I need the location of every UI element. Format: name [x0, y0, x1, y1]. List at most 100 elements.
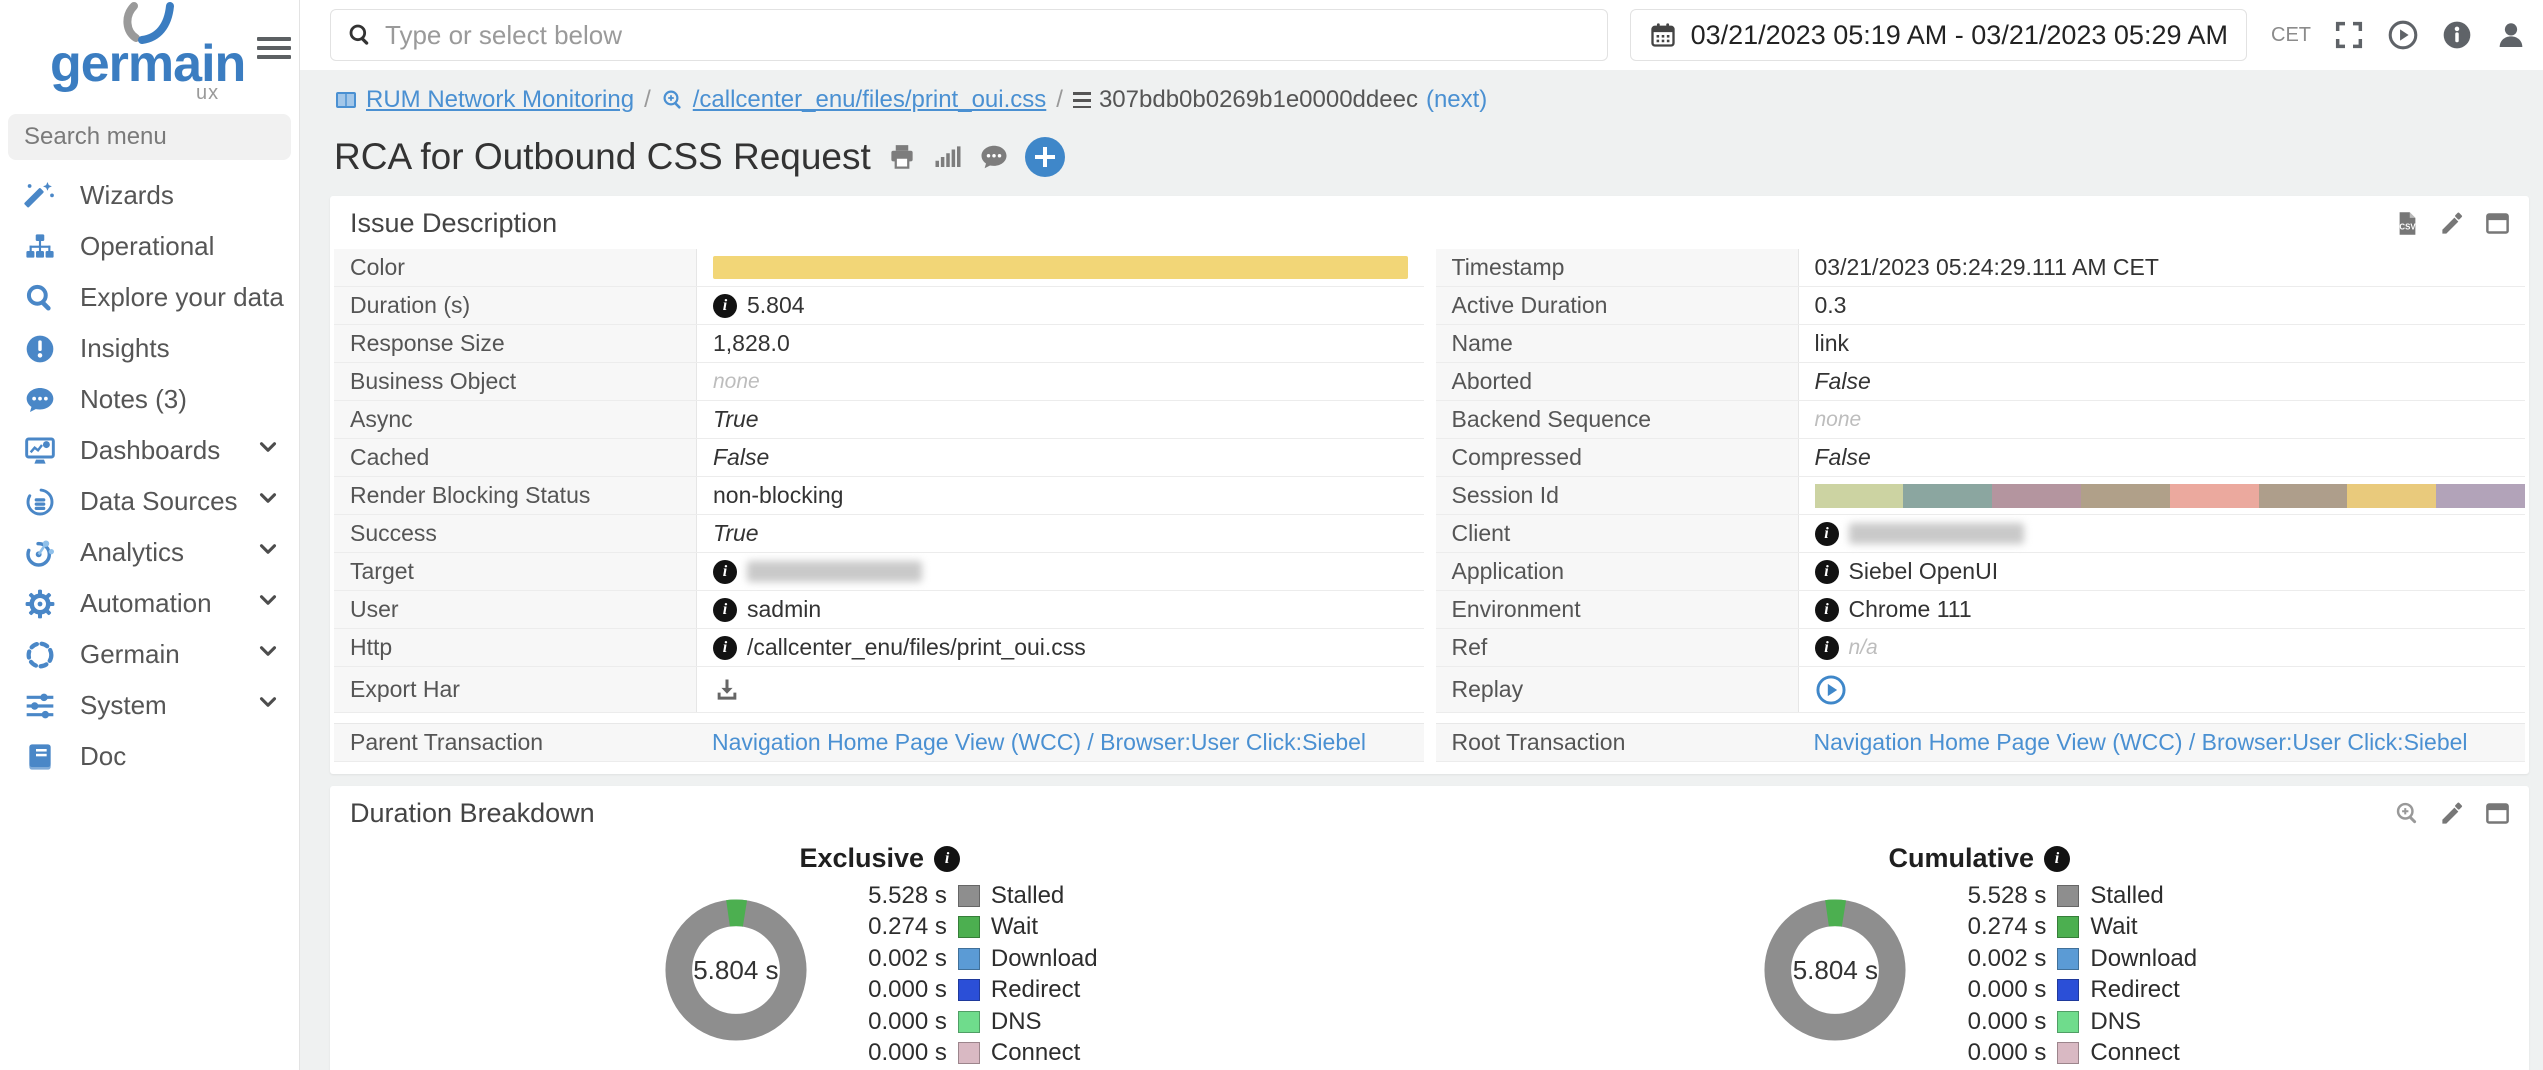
edit-icon[interactable] — [2439, 210, 2466, 237]
window-icon[interactable] — [2484, 800, 2511, 827]
sidebar-item-wizards[interactable]: Wizards — [0, 170, 299, 221]
info-icon[interactable] — [713, 294, 737, 318]
info-icon[interactable] — [713, 636, 737, 660]
legend-item: 0.000 sConnect — [1943, 1038, 2197, 1070]
next-link[interactable]: (next) — [1426, 86, 1487, 114]
row-value: none — [1815, 408, 1862, 432]
row-label: Session Id — [1436, 477, 1798, 514]
info-icon[interactable] — [2441, 19, 2473, 51]
breadcrumb-link[interactable]: /callcenter_enu/files/print_oui.css — [693, 86, 1047, 114]
sidebar-item-label: Insights — [80, 333, 170, 364]
table-row-compressed: Compressed False — [1436, 439, 2526, 477]
user-icon[interactable] — [2495, 19, 2527, 51]
row-label: Application — [1436, 553, 1798, 590]
info-icon[interactable] — [1815, 636, 1839, 660]
info-icon[interactable] — [2044, 846, 2070, 872]
sidebar-item-data-sources[interactable]: Data Sources — [0, 476, 299, 527]
row-value: link — [1815, 330, 1850, 357]
replay-play-icon[interactable] — [1815, 674, 1847, 706]
chevron-down-icon — [255, 638, 281, 671]
sidebar-item-system[interactable]: System — [0, 680, 299, 731]
legend-item: 0.000 sRedirect — [844, 975, 1098, 1007]
signal-bars-icon[interactable] — [933, 142, 963, 172]
sidebar-item-label: Data Sources — [80, 486, 238, 517]
sidebar-item-label: Operational — [80, 231, 214, 262]
table-row-response-size: Response Size 1,828.0 — [334, 325, 1424, 363]
donut-total-label: 5.804 s — [662, 896, 810, 1044]
sitemap-icon — [22, 229, 58, 265]
sidebar-item-analytics[interactable]: Analytics — [0, 527, 299, 578]
play-icon[interactable] — [2387, 19, 2419, 51]
add-button[interactable] — [1025, 137, 1065, 177]
duration-breakdown-panel: Duration Breakdown Exclusive — [330, 786, 2529, 1070]
panel-title: Issue Description — [350, 208, 557, 239]
table-row-replay: Replay — [1436, 667, 2526, 713]
zoom-icon[interactable] — [2394, 800, 2421, 827]
print-icon[interactable] — [887, 142, 917, 172]
sidebar-item-doc[interactable]: Doc — [0, 731, 299, 782]
sidebar-item-notes[interactable]: Notes (3) — [0, 374, 299, 425]
export-csv-icon[interactable]: CSV — [2394, 210, 2421, 237]
search-plus-icon — [661, 88, 685, 112]
legend-item: 0.002 sDownload — [844, 943, 1098, 975]
hamburger-menu-icon[interactable] — [257, 32, 291, 64]
info-icon[interactable] — [1815, 598, 1839, 622]
breadcrumb-link[interactable]: RUM Network Monitoring — [366, 86, 634, 114]
cumulative-chart: Cumulative 5.804 s 5.528 sStalled 0.274 … — [1430, 843, 2530, 1070]
fullscreen-icon[interactable] — [2333, 19, 2365, 51]
legend-item: 0.002 sDownload — [1943, 943, 2197, 975]
comment-icon[interactable] — [979, 142, 1009, 172]
row-label: Success — [334, 515, 696, 552]
row-label: Http — [334, 629, 696, 666]
row-label: Parent Transaction — [334, 724, 696, 761]
window-icon[interactable] — [2484, 210, 2511, 237]
legend-swatch — [958, 948, 980, 970]
sidebar: germain ux Wizards Operational Explore y… — [0, 0, 300, 1070]
sidebar-item-label: Dashboards — [80, 435, 220, 466]
edit-icon[interactable] — [2439, 800, 2466, 827]
sidebar-item-insights[interactable]: Insights — [0, 323, 299, 374]
row-label: Color — [334, 249, 696, 286]
sidebar-item-dashboards[interactable]: Dashboards — [0, 425, 299, 476]
date-range-picker[interactable]: 03/21/2023 05:19 AM - 03/21/2023 05:29 A… — [1630, 9, 2247, 61]
row-label: Name — [1436, 325, 1798, 362]
legend-swatch — [2057, 948, 2079, 970]
sidebar-search-input[interactable] — [8, 114, 291, 160]
row-value: Siebel OpenUI — [1849, 558, 1999, 585]
row-label: Async — [334, 401, 696, 438]
root-transaction-link[interactable]: Navigation Home Page View (WCC) / Browse… — [1814, 729, 2468, 756]
table-row-color: Color — [334, 249, 1424, 287]
date-range-value: 03/21/2023 05:19 AM - 03/21/2023 05:29 A… — [1691, 20, 2228, 51]
parent-transaction-link[interactable]: Navigation Home Page View (WCC) / Browse… — [712, 729, 1366, 756]
global-search-input[interactable] — [385, 20, 1591, 51]
row-label: Backend Sequence — [1436, 401, 1798, 438]
issue-table: Color Duration (s) 5.804 Response Size 1… — [330, 249, 2529, 774]
donut-total-label: 5.804 s — [1761, 896, 1909, 1044]
row-label: Cached — [334, 439, 696, 476]
chart-title: Cumulative — [1888, 843, 2034, 874]
info-icon[interactable] — [1815, 560, 1839, 584]
row-value: non-blocking — [713, 482, 843, 509]
panel-title: Duration Breakdown — [350, 798, 595, 829]
redacted-value — [747, 561, 922, 582]
info-icon[interactable] — [1815, 522, 1839, 546]
table-row-session-id: Session Id — [1436, 477, 2526, 515]
row-label: Environment — [1436, 591, 1798, 628]
global-search — [330, 9, 1608, 61]
sidebar-item-germain[interactable]: Germain — [0, 629, 299, 680]
row-value: 5.804 — [747, 292, 805, 319]
sidebar-item-explore[interactable]: Explore your data — [0, 272, 299, 323]
table-row-backend-sequence: Backend Sequence none — [1436, 401, 2526, 439]
sidebar-item-operational[interactable]: Operational — [0, 221, 299, 272]
database-icon — [22, 484, 58, 520]
info-icon[interactable] — [934, 846, 960, 872]
sidebar-item-automation[interactable]: Automation — [0, 578, 299, 629]
download-icon[interactable] — [713, 676, 741, 704]
row-value: Chrome 111 — [1849, 596, 1972, 623]
row-value: True — [713, 406, 759, 433]
info-icon[interactable] — [713, 560, 737, 584]
info-icon[interactable] — [713, 598, 737, 622]
legend-swatch — [958, 1042, 980, 1064]
sidebar-item-label: Germain — [80, 639, 180, 670]
table-row-ref: Ref n/a — [1436, 629, 2526, 667]
